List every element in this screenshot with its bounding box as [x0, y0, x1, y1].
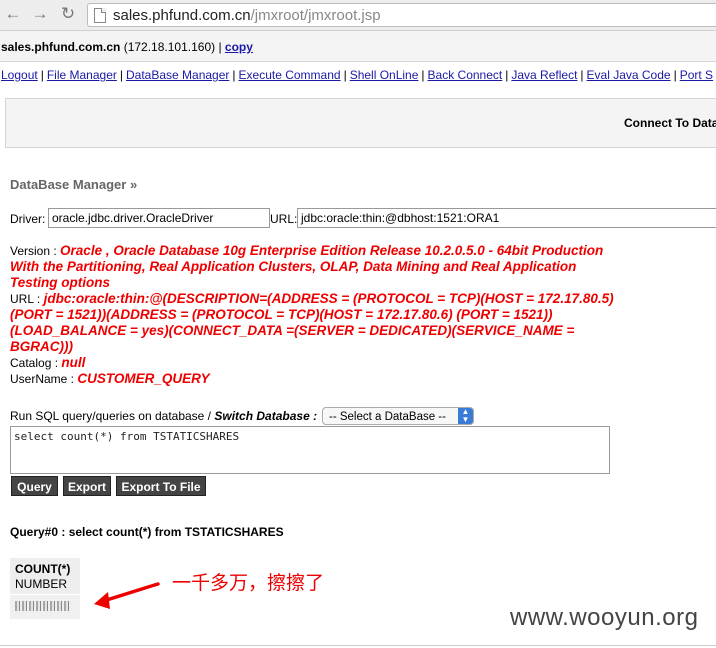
host-ip: (172.18.101.160) [123, 40, 216, 54]
catalog-label: Catalog : [10, 356, 59, 370]
separator: | [218, 40, 222, 54]
driver-label: Driver: [10, 212, 46, 226]
forward-arrow-icon[interactable]: → [31, 5, 49, 23]
query-button[interactable]: Query [11, 476, 58, 496]
main-menu: Logout | File Manager | DataBase Manager | Exe… [1, 68, 714, 82]
select-arrows-icon: ▲ ▼ [458, 408, 473, 424]
version-value: Oracle , Oracle Database 10g Enterprise … [10, 243, 604, 290]
host-info-bar: sales.phfund.com.cn (172.18.101.160) | c… [0, 31, 716, 62]
menu-logout[interactable]: Logout [1, 68, 38, 82]
menu-port-scan[interactable]: Port S [680, 68, 713, 82]
menu-execute-command[interactable]: Execute Command [239, 68, 341, 82]
connect-panel: Connect To Data [5, 98, 716, 148]
connection-info: Version : Oracle , Oracle Database 10g E… [10, 243, 620, 387]
host-name: sales.phfund.com.cn [1, 40, 121, 54]
back-arrow-icon[interactable]: ← [4, 5, 22, 23]
driver-row: Driver: oracle.jdbc.driver.OracleDriver … [10, 208, 716, 230]
menu-java-reflect[interactable]: Java Reflect [511, 68, 577, 82]
url-info-label: URL : [10, 292, 41, 306]
sql-label: Run SQL query/queries on database / Swit… [10, 409, 318, 423]
url-info-value: jdbc:oracle:thin:@(DESCRIPTION=(ADDRESS … [10, 291, 614, 354]
divider [0, 645, 716, 646]
switch-database-label: Switch Database : [214, 409, 318, 423]
menu-database-manager[interactable]: DataBase Manager [126, 68, 229, 82]
table-row [10, 594, 80, 619]
red-arrow-icon [94, 582, 160, 609]
annotation-text: 一千多万，擦擦了 [172, 572, 325, 594]
driver-input[interactable]: oracle.jdbc.driver.OracleDriver [48, 208, 270, 228]
pixelated-value [15, 601, 71, 611]
export-button[interactable]: Export [63, 476, 111, 496]
menu-file-manager[interactable]: File Manager [47, 68, 117, 82]
export-to-file-button[interactable]: Export To File [116, 476, 206, 496]
version-label: Version : [10, 244, 57, 258]
section-title: DataBase Manager » [10, 177, 138, 192]
result-table: COUNT(*) NUMBER [10, 558, 80, 619]
username-value: CUSTOMER_QUERY [77, 371, 210, 386]
column-header: COUNT(*) NUMBER [10, 558, 80, 595]
page-icon [94, 8, 106, 23]
result-cell-obscured [10, 594, 80, 619]
sql-query-textarea[interactable]: select count(*) from TSTATICSHARES [10, 426, 610, 474]
browser-toolbar: ← → ↻ sales.phfund.com.cn/jmxroot/jmxroo… [0, 0, 716, 31]
reload-icon[interactable]: ↻ [59, 5, 77, 23]
database-select[interactable]: -- Select a DataBase -- ▲ ▼ [322, 407, 474, 425]
address-bar[interactable]: sales.phfund.com.cn/jmxroot/jmxroot.jsp [87, 3, 716, 27]
catalog-value: null [61, 355, 86, 370]
url-label: URL: [270, 212, 298, 226]
menu-back-connect[interactable]: Back Connect [428, 68, 503, 82]
username-label: UserName : [10, 372, 75, 386]
query-result-title: Query#0 : select count(*) from TSTATICSH… [10, 525, 284, 539]
table-header-row: COUNT(*) NUMBER [10, 558, 80, 595]
watermark: www.wooyun.org [510, 604, 699, 631]
connect-label: Connect To Data [624, 116, 716, 130]
menu-shell-online[interactable]: Shell OnLine [350, 68, 419, 82]
menu-eval-java-code[interactable]: Eval Java Code [587, 68, 671, 82]
url-text: sales.phfund.com.cn/jmxroot/jmxroot.jsp [113, 7, 381, 24]
url-input[interactable]: jdbc:oracle:thin:@dbhost:1521:ORA1 [297, 208, 716, 228]
copy-link[interactable]: copy [225, 40, 253, 54]
